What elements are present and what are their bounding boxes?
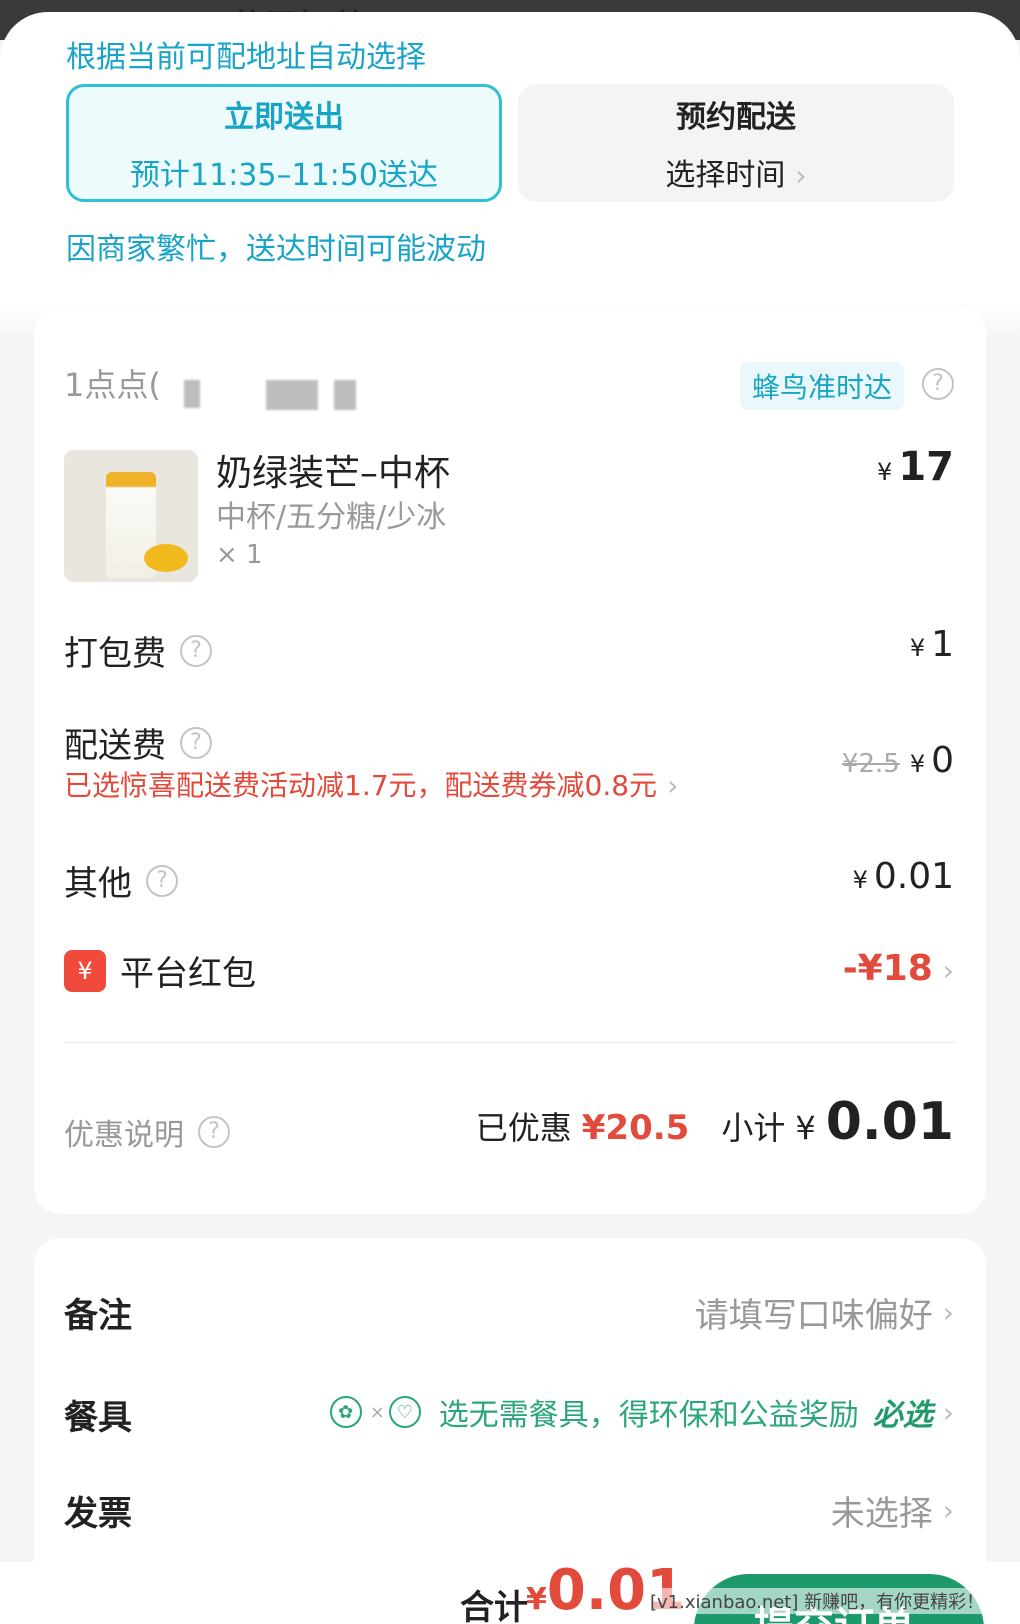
- question-icon[interactable]: ?: [922, 368, 954, 400]
- schedule-delivery-option[interactable]: 预约配送 选择时间 ›: [518, 84, 954, 202]
- other-fee-row: 其他 ?: [64, 856, 178, 905]
- promo-explanation[interactable]: 优惠说明 ?: [64, 1110, 230, 1154]
- delivery-fee-label: 配送费: [64, 726, 166, 766]
- currency-symbol: ¥: [877, 458, 893, 486]
- invoice-value: 未选择: [830, 1494, 933, 1534]
- auto-select-hint: 根据当前可配地址自动选择: [66, 40, 426, 75]
- delivery-fee-discount-note[interactable]: 已选惊喜配送费活动减1.7元，配送费券减0.8元 ›: [64, 764, 678, 804]
- chevron-right-icon: ›: [942, 1395, 954, 1429]
- order-card: 1点点( 蜂鸟准时达 ? 奶绿装芒–中杯 中杯/五分糖/少冰 × 1 ¥17 打…: [34, 308, 986, 1214]
- currency-symbol: ¥: [909, 634, 926, 662]
- deliver-now-eta: 预计11:35–11:50送达: [130, 158, 438, 193]
- delivery-fee-original: ¥2.5: [841, 749, 900, 779]
- product-spec: 中杯/五分糖/少冰: [216, 500, 447, 535]
- other-fee-value: ¥0.01: [853, 856, 954, 897]
- times-icon: ×: [369, 1401, 385, 1423]
- red-packet-amount: -¥18: [842, 948, 933, 989]
- deliver-now-title: 立即送出: [224, 100, 344, 135]
- note-label: 备注: [64, 1296, 132, 1336]
- watermark: [v1.xianbao.net] 新赚吧，有你更精彩！: [650, 1588, 985, 1614]
- question-icon: ?: [198, 1116, 230, 1148]
- product-price-value: 17: [898, 444, 954, 490]
- schedule-action: 选择时间: [665, 158, 786, 193]
- utensils-label: 餐具: [64, 1398, 132, 1438]
- question-icon[interactable]: ?: [146, 864, 178, 897]
- note-row[interactable]: 请填写口味偏好 ›: [695, 1288, 954, 1337]
- delivery-fee-amount: 0: [931, 740, 954, 781]
- question-icon[interactable]: ?: [180, 726, 212, 759]
- chevron-right-icon: ›: [667, 769, 679, 802]
- delivery-fee-row: 配送费 ?: [64, 718, 212, 767]
- saved-label: 已优惠: [475, 1109, 572, 1147]
- subtotal-currency: ¥: [795, 1109, 816, 1147]
- mango-graphic: [144, 544, 188, 572]
- product-image: [64, 450, 198, 582]
- busy-hint: 因商家繁忙，送达时间可能波动: [66, 232, 486, 267]
- utensils-required: 必选: [872, 1398, 933, 1433]
- charity-icon: ♡: [388, 1396, 421, 1428]
- eco-leaf-icon: ✿: [329, 1396, 362, 1428]
- schedule-title: 预约配送: [676, 100, 796, 135]
- schedule-action-row: 选择时间 ›: [665, 150, 806, 194]
- note-placeholder: 请填写口味偏好: [694, 1296, 933, 1336]
- order-summary: 已优惠 ¥20.5 小计 ¥ 0.01: [476, 1092, 954, 1152]
- delivery-fee-note: 已选惊喜配送费活动减1.7元，配送费券减0.8元: [64, 769, 658, 802]
- chevron-right-icon: ›: [942, 1494, 954, 1527]
- store-name: 1点点(: [64, 366, 161, 404]
- subtotal-value: 0.01: [825, 1092, 954, 1152]
- packing-fee-row: 打包费 ?: [64, 626, 212, 675]
- other-fee-label: 其他: [64, 864, 132, 904]
- checkout-sheet: 根据当前可配地址自动选择 立即送出 预计11:35–11:50送达 预约配送 选…: [0, 12, 1020, 1624]
- packing-fee-label: 打包费: [64, 634, 166, 674]
- currency-symbol: ¥: [852, 866, 868, 894]
- product-qty: × 1: [216, 540, 263, 570]
- chevron-right-icon: ›: [942, 1296, 954, 1329]
- red-packet-icon: ¥: [64, 949, 106, 992]
- product-name: 奶绿装芒–中杯: [216, 453, 451, 494]
- invoice-label: 发票: [64, 1494, 132, 1534]
- currency-symbol: ¥: [909, 750, 926, 778]
- product-price: ¥17: [877, 444, 954, 490]
- red-packet-row[interactable]: ¥ 平台红包: [64, 946, 256, 995]
- utensils-hint: 选无需餐具，得环保和公益奖励: [438, 1398, 859, 1433]
- other-fee-amount: 0.01: [873, 856, 954, 897]
- total-label: 合计: [460, 1588, 528, 1624]
- utensils-row[interactable]: ✿ × ♡ 选无需餐具，得环保和公益奖励 必选 ›: [329, 1390, 954, 1434]
- packing-fee-amount: 1: [931, 624, 954, 665]
- subtotal-label: 小计: [721, 1109, 786, 1147]
- saved-value: ¥20.5: [581, 1108, 690, 1148]
- red-packet-label: 平台红包: [120, 954, 256, 994]
- question-icon[interactable]: ?: [180, 634, 212, 667]
- deliver-now-option[interactable]: 立即送出 预计11:35–11:50送达: [66, 84, 502, 202]
- currency-symbol: ¥: [526, 1582, 547, 1617]
- delivery-fee-value: ¥2.5 ¥0: [842, 740, 954, 781]
- ontime-badge[interactable]: 蜂鸟准时达: [740, 362, 905, 410]
- packing-fee-value: ¥1: [910, 624, 954, 665]
- red-packet-value[interactable]: -¥18 ›: [843, 948, 954, 989]
- invoice-row[interactable]: 未选择 ›: [831, 1486, 954, 1535]
- promo-label: 优惠说明: [64, 1118, 184, 1153]
- chevron-right-icon: ›: [942, 954, 954, 987]
- redacted-store-address: [184, 380, 384, 412]
- chevron-right-icon: ›: [795, 159, 807, 192]
- divider: [64, 1042, 956, 1043]
